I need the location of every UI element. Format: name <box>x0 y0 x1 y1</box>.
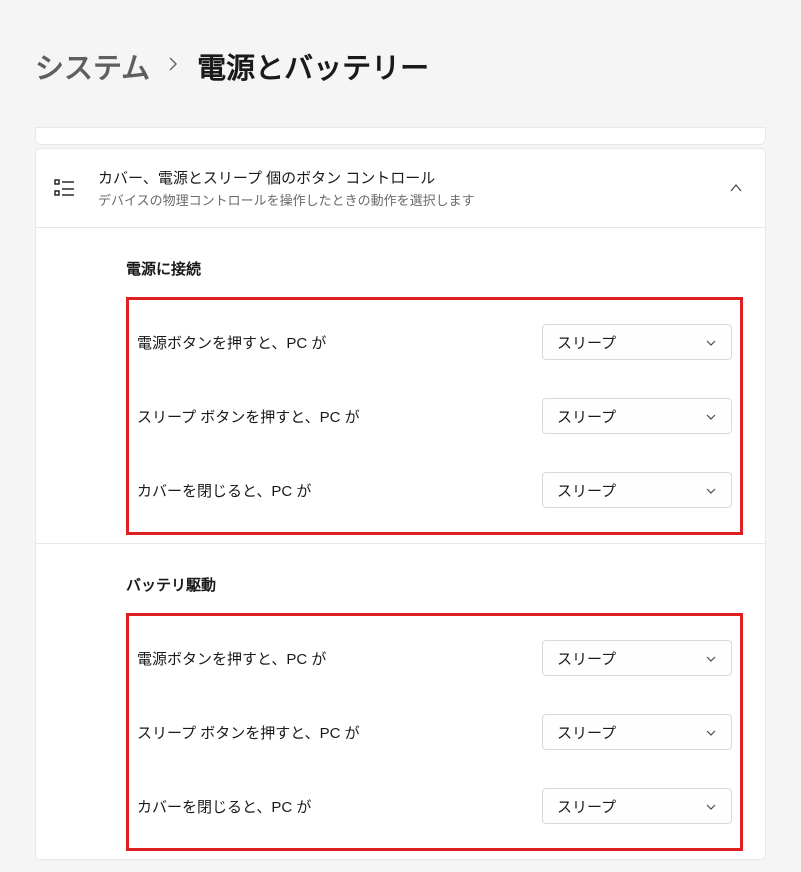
dropdown-value: スリープ <box>557 332 616 353</box>
chevron-down-icon <box>705 726 717 738</box>
close-lid-plugged-dropdown[interactable]: スリープ <box>542 472 732 508</box>
power-button-plugged-dropdown[interactable]: スリープ <box>542 324 732 360</box>
on-battery-title: バッテリ駆動 <box>126 544 743 613</box>
chevron-down-icon <box>705 484 717 496</box>
sleep-button-plugged-dropdown[interactable]: スリープ <box>542 398 732 434</box>
card-subtitle: デバイスの物理コントロールを操作したときの動作を選択します <box>98 190 707 209</box>
card-title: カバー、電源とスリープ 個のボタン コントロール <box>98 167 707 188</box>
dropdown-value: スリープ <box>557 406 616 427</box>
dropdown-value: スリープ <box>557 648 616 669</box>
sleep-button-battery-label: スリープ ボタンを押すと、PC が <box>137 722 360 743</box>
dropdown-value: スリープ <box>557 796 616 817</box>
power-button-battery-dropdown[interactable]: スリープ <box>542 640 732 676</box>
setting-row: カバーを閉じると、PC が スリープ <box>137 769 732 843</box>
dropdown-value: スリープ <box>557 480 616 501</box>
chevron-right-icon <box>168 55 179 78</box>
chevron-up-icon <box>729 181 743 195</box>
list-settings-icon <box>54 177 76 199</box>
page-title: 電源とバッテリー <box>197 45 429 87</box>
on-battery-section: バッテリ駆動 電源ボタンを押すと、PC が スリープ スリープ ボタンを押すと、… <box>36 543 765 851</box>
plugged-highlight-box: 電源ボタンを押すと、PC が スリープ スリープ ボタンを押すと、PC が スリ… <box>126 297 743 535</box>
card-header[interactable]: カバー、電源とスリープ 個のボタン コントロール デバイスの物理コントロールを操… <box>36 149 765 227</box>
setting-row: カバーを閉じると、PC が スリープ <box>137 453 732 527</box>
previous-card-bottom <box>35 127 766 145</box>
power-button-battery-label: 電源ボタンを押すと、PC が <box>137 648 326 669</box>
dropdown-value: スリープ <box>557 722 616 743</box>
setting-row: スリープ ボタンを押すと、PC が スリープ <box>137 379 732 453</box>
chevron-down-icon <box>705 652 717 664</box>
chevron-down-icon <box>705 336 717 348</box>
setting-row: スリープ ボタンを押すと、PC が スリープ <box>137 695 732 769</box>
setting-row: 電源ボタンを押すと、PC が スリープ <box>137 621 732 695</box>
sleep-button-battery-dropdown[interactable]: スリープ <box>542 714 732 750</box>
chevron-down-icon <box>705 410 717 422</box>
chevron-down-icon <box>705 800 717 812</box>
close-lid-battery-dropdown[interactable]: スリープ <box>542 788 732 824</box>
plugged-in-title: 電源に接続 <box>126 228 743 297</box>
power-button-plugged-label: 電源ボタンを押すと、PC が <box>137 332 326 353</box>
breadcrumb: システム 電源とバッテリー <box>35 45 766 87</box>
close-lid-battery-label: カバーを閉じると、PC が <box>137 796 311 817</box>
plugged-in-section: 電源に接続 電源ボタンを押すと、PC が スリープ スリープ ボタンを押すと、P… <box>36 227 765 535</box>
breadcrumb-parent[interactable]: システム <box>35 45 150 87</box>
battery-highlight-box: 電源ボタンを押すと、PC が スリープ スリープ ボタンを押すと、PC が スリ… <box>126 613 743 851</box>
lid-power-sleep-card: カバー、電源とスリープ 個のボタン コントロール デバイスの物理コントロールを操… <box>35 148 766 860</box>
sleep-button-plugged-label: スリープ ボタンを押すと、PC が <box>137 406 360 427</box>
setting-row: 電源ボタンを押すと、PC が スリープ <box>137 305 732 379</box>
close-lid-plugged-label: カバーを閉じると、PC が <box>137 480 311 501</box>
